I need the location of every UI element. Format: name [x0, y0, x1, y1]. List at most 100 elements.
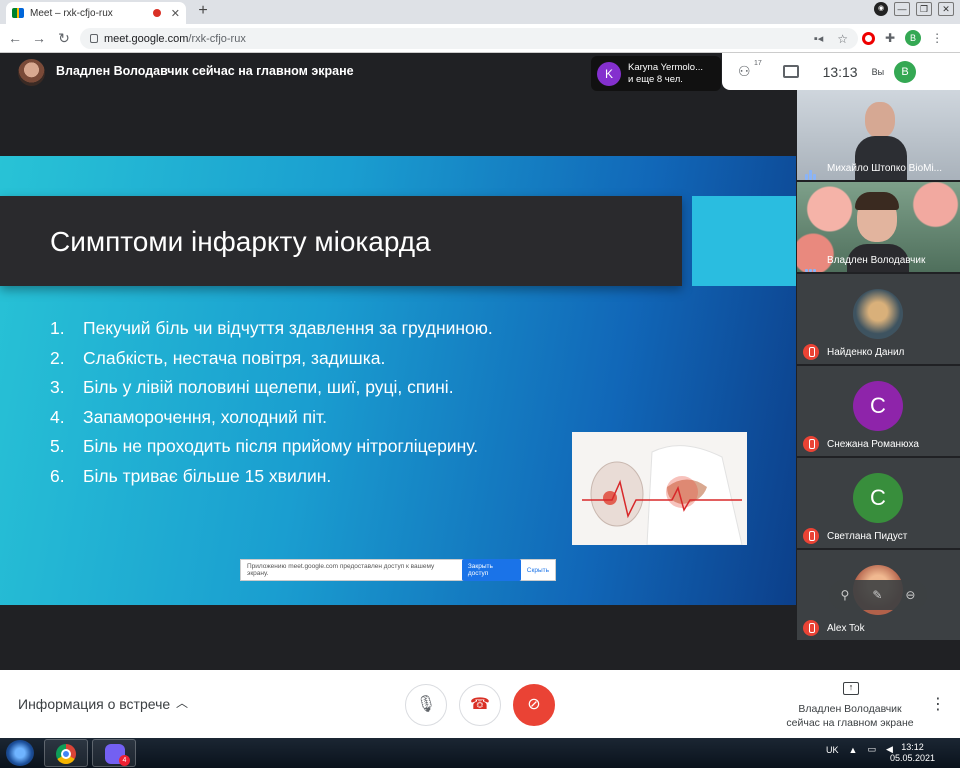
meet-top-controls: ⚇ 17 13:13 Вы B: [722, 53, 960, 90]
list-item: 1. Пекучий біль чи відчуття здавлення за …: [50, 318, 493, 338]
more-options-icon[interactable]: ⋮: [930, 694, 946, 714]
extensions-area: ✚ B ⋮: [862, 30, 943, 46]
notification-avatar: K: [597, 61, 621, 86]
heart-attack-image: [572, 432, 747, 545]
taskbar-clock[interactable]: 13:12 05.05.2021: [890, 742, 935, 764]
presenter-status[interactable]: Владлен Володавчик сейчас на главном экр…: [780, 702, 920, 730]
taskbar-chrome[interactable]: [44, 739, 88, 767]
participant-name: Найденко Данил: [827, 347, 905, 358]
slide-title: Симптоми інфаркту міокарда: [50, 226, 431, 257]
camera-in-use-icon[interactable]: ▪◂: [814, 32, 823, 45]
chevron-up-icon[interactable]: ︿: [176, 694, 188, 711]
speaking-indicator-icon: [805, 254, 819, 272]
presenter-avatar: [18, 59, 45, 86]
you-label: Вы: [871, 66, 885, 77]
presenter-status-line1: Владлен Володавчик: [798, 703, 902, 715]
participant-tile[interactable]: С Снежана Романюха: [797, 366, 960, 456]
list-item: 2. Слабкість, нестача повітря, задишка.: [50, 347, 386, 368]
muted-mic-icon: [803, 344, 819, 360]
participant-tile[interactable]: Найденко Данил: [797, 274, 960, 364]
participant-name: Снежана Романюха: [827, 439, 919, 450]
participants-button[interactable]: ⚇ 17: [738, 60, 762, 80]
hang-up-icon: ☎︎: [470, 696, 490, 713]
participant-initial-avatar: С: [853, 381, 903, 431]
maximize-button[interactable]: ❐: [916, 2, 932, 16]
tab-close-icon[interactable]: ✕: [171, 7, 180, 20]
muted-mic-icon: [803, 436, 819, 452]
back-arrow-icon[interactable]: ←: [6, 29, 24, 47]
close-window-button[interactable]: ✕: [938, 2, 954, 16]
meet-stage: Владлен Володавчик сейчас на главном экр…: [0, 53, 960, 670]
participant-name: Светлана Пидуст: [827, 531, 908, 542]
windows-taskbar: 4 UK ▲ ▭ ◀ 13:12 05.05.2021: [0, 738, 960, 768]
self-avatar[interactable]: B: [894, 60, 917, 83]
remove-participant-icon[interactable]: ⊖: [905, 588, 915, 602]
list-item: 4. Запаморочення, холодний піт.: [50, 406, 327, 427]
participant-name: Михайло Штопко ВіоМі...: [827, 163, 943, 174]
taskbar-viber[interactable]: 4: [92, 739, 136, 767]
notification-line1: Karyna Yermolo...: [628, 61, 703, 73]
list-item: 5. Біль не проходить після прийому нітрог…: [50, 436, 479, 456]
system-tray: UK ▲ ▭ ◀: [826, 744, 893, 755]
list-item: 3. Біль у лівій половині щелепи, шиї, руц…: [50, 377, 454, 397]
meeting-clock: 13:13: [822, 63, 858, 80]
shared-screen-slide: Симптоми інфаркту міокарда 1. Пекучий біл…: [0, 156, 796, 605]
chat-icon[interactable]: [782, 65, 799, 78]
join-notification[interactable]: K Karyna Yermolo... и еще 8 чел.: [591, 56, 721, 91]
people-icon: ⚇: [738, 63, 751, 79]
profile-avatar[interactable]: B: [905, 30, 922, 46]
new-tab-button[interactable]: +: [194, 3, 212, 21]
participant-name: Alex Tok: [827, 623, 865, 634]
forward-arrow-icon[interactable]: →: [30, 29, 48, 47]
meeting-info-button[interactable]: Информация о встрече: [18, 696, 170, 712]
pin-icon[interactable]: ⚲: [841, 588, 850, 602]
microphone-button[interactable]: 🎙︎: [405, 684, 447, 726]
network-icon[interactable]: ▭: [867, 744, 876, 755]
symptom-list: 1. Пекучий біль чи відчуття здавлення за …: [50, 314, 493, 491]
stop-sharing-button[interactable]: Закрыть доступ: [461, 559, 521, 581]
microphone-icon: 🎙︎: [415, 696, 437, 713]
participant-name: Владлен Володавчик: [827, 255, 926, 266]
mute-participant-icon[interactable]: ✎: [872, 588, 882, 602]
window-controls: ◉ — ❐ ✕: [874, 2, 954, 16]
opera-extension-icon[interactable]: [862, 31, 875, 45]
participant-photo: [853, 289, 903, 339]
lock-icon: [90, 34, 98, 43]
browser-tab-strip: Meet – rxk-cfjo-rux ✕ + ◉ — ❐ ✕: [0, 0, 960, 24]
viber-badge: 4: [119, 755, 130, 766]
media-control-icon[interactable]: ◉: [874, 2, 888, 16]
browser-menu-icon[interactable]: ⋮: [931, 31, 943, 45]
participant-initial-avatar: С: [853, 473, 903, 523]
meet-bottom-bar: Информация о встрече ︿ 🎙︎ ☎︎ ⊘ ↑ Владлен…: [0, 670, 960, 738]
bookmark-star-icon[interactable]: ☆: [837, 32, 848, 46]
tab-title: Meet – rxk-cfjo-rux: [30, 7, 113, 19]
slide-accent-block: [692, 196, 796, 286]
participant-tile[interactable]: Владлен Володавчик: [797, 182, 960, 272]
minimize-button[interactable]: —: [894, 2, 910, 16]
camera-off-icon: ⊘: [527, 696, 541, 713]
hide-banner-button[interactable]: Скрыть: [527, 567, 549, 574]
taskbar-date: 05.05.2021: [890, 753, 936, 763]
chrome-icon: [56, 744, 76, 764]
taskbar-time: 13:12: [901, 742, 924, 752]
end-call-button[interactable]: ☎︎: [459, 684, 501, 726]
address-bar[interactable]: meet.google.com/rxk-cfjo-rux ▪◂ ☆: [80, 28, 858, 49]
presenter-status-line2: сейчас на главном экране: [786, 717, 914, 729]
participant-tile[interactable]: С Светлана Пидуст: [797, 458, 960, 548]
extensions-puzzle-icon[interactable]: ✚: [885, 31, 895, 45]
notification-line2: и еще 8 чел.: [628, 73, 683, 85]
share-banner-text: Приложению meet.google.com предоставлен …: [247, 563, 435, 577]
reload-icon[interactable]: ↻: [55, 29, 73, 47]
language-indicator[interactable]: UK: [826, 745, 839, 755]
present-screen-icon[interactable]: ↑: [843, 682, 859, 695]
start-button[interactable]: [6, 740, 34, 766]
camera-off-button[interactable]: ⊘: [513, 684, 555, 726]
muted-mic-icon: [803, 528, 819, 544]
participants-count: 17: [754, 60, 762, 67]
list-item: 6. Біль триває більше 15 хвилин.: [50, 465, 332, 486]
browser-tab[interactable]: Meet – rxk-cfjo-rux ✕: [6, 2, 186, 24]
tray-expand-icon[interactable]: ▲: [849, 745, 858, 755]
muted-mic-icon: [803, 620, 819, 636]
recording-indicator-icon: [152, 9, 161, 17]
participant-tile[interactable]: Михайло Штопко ВіоМі...: [797, 90, 960, 180]
